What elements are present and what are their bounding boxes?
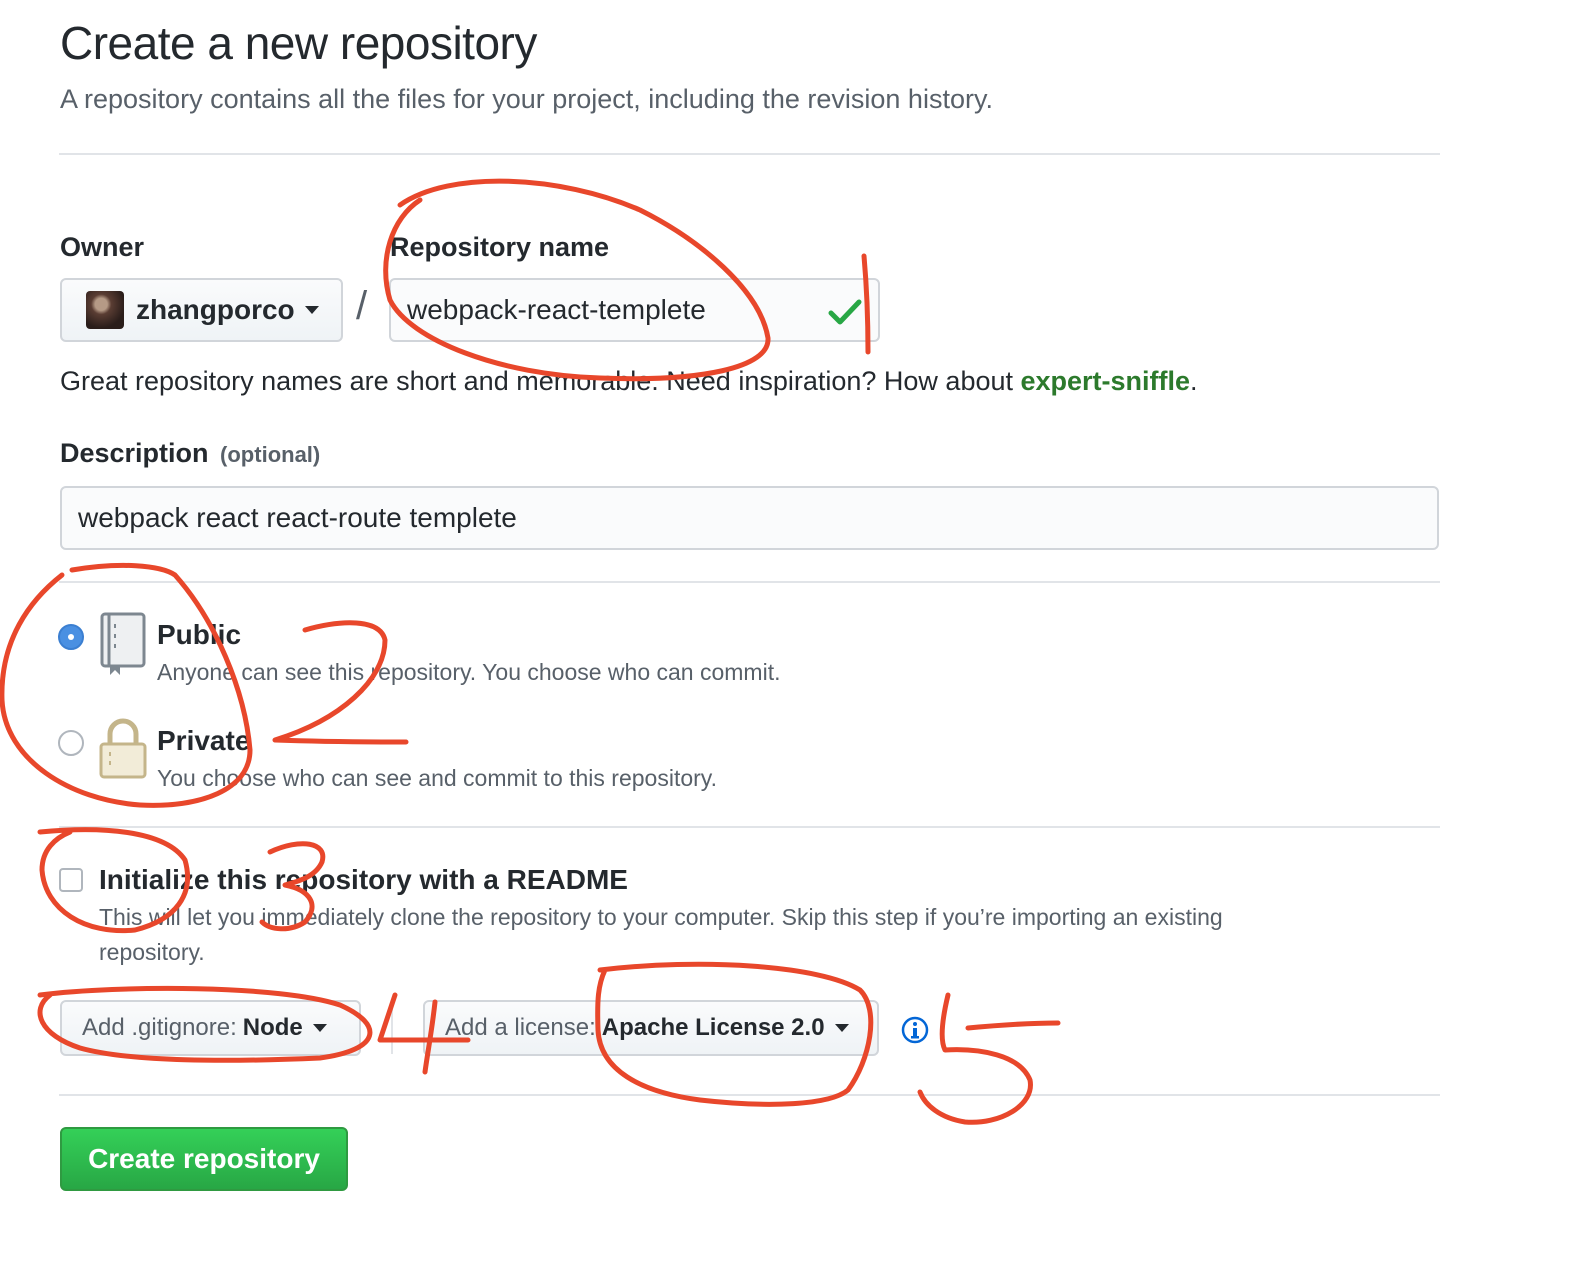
create-repository-button[interactable]: Create repository [60, 1127, 348, 1191]
lock-icon [98, 718, 148, 785]
public-radio[interactable] [58, 624, 84, 650]
hint-text: Great repository names are short and mem… [60, 366, 1021, 396]
optional-label: (optional) [220, 442, 321, 467]
info-icon[interactable] [901, 1016, 929, 1049]
check-icon [828, 298, 862, 333]
owner-label: Owner [60, 232, 145, 262]
divider [59, 153, 1440, 155]
description-label-text: Description [60, 438, 209, 468]
caret-down-icon [304, 306, 319, 314]
license-value: Apache License 2.0 [601, 1014, 825, 1041]
public-title: Public [157, 619, 242, 650]
private-title: Private [157, 725, 251, 756]
divider [59, 826, 1440, 828]
repository-name-input[interactable]: webpack-react-templete [389, 278, 880, 342]
caret-down-icon [312, 1024, 327, 1032]
repository-name-hint: Great repository names are short and mem… [60, 366, 1198, 397]
owner-name: zhangporco [136, 294, 295, 325]
readme-checkbox[interactable] [59, 868, 83, 892]
page-title: Create a new repository [60, 17, 537, 69]
description-value: webpack react react-route templete [78, 502, 517, 533]
caret-down-icon [834, 1024, 849, 1032]
description-input[interactable]: webpack react react-route templete [60, 486, 1439, 550]
repository-name-label: Repository name [390, 232, 610, 262]
license-prefix: Add a license: [445, 1014, 596, 1041]
description-label: Description (optional) [60, 438, 320, 469]
divider [59, 581, 1440, 583]
gitignore-value: Node [242, 1014, 303, 1041]
divider [59, 1094, 1440, 1096]
hint-suffix: . [1190, 366, 1198, 396]
readme-description-cont: repository. [99, 939, 205, 965]
avatar [86, 291, 124, 329]
gitignore-select-button[interactable]: Add .gitignore: Node [60, 1000, 361, 1056]
page-subtitle: A repository contains all the files for … [60, 84, 993, 114]
create-repository-label: Create repository [88, 1143, 320, 1174]
license-select-button[interactable]: Add a license: Apache License 2.0 [423, 1000, 879, 1056]
repo-icon [98, 612, 148, 681]
divider [391, 1000, 393, 1054]
gitignore-prefix: Add .gitignore: [82, 1014, 237, 1041]
readme-title: Initialize this repository with a README [99, 864, 628, 895]
annotation-numeral-5 [965, 1020, 1061, 1031]
private-description: You choose who can see and commit to thi… [157, 765, 717, 791]
owner-select-button[interactable]: zhangporco [60, 278, 343, 342]
repository-name-value: webpack-react-templete [407, 294, 706, 325]
path-separator: / [356, 284, 368, 328]
public-description: Anyone can see this repository. You choo… [157, 659, 781, 685]
private-radio[interactable] [58, 730, 84, 756]
readme-description: This will let you immediately clone the … [99, 904, 1223, 930]
suggestion-link[interactable]: expert-sniffle [1021, 366, 1191, 396]
